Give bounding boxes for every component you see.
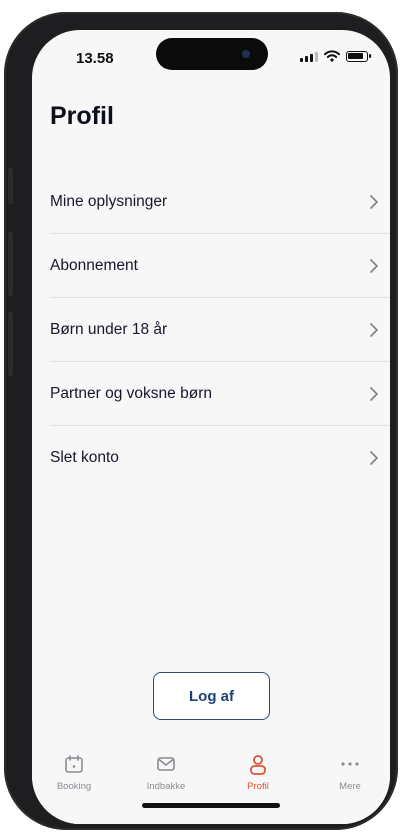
calendar-icon xyxy=(65,755,83,773)
menu-item-mine-oplysninger[interactable]: Mine oplysninger xyxy=(32,170,390,234)
chevron-right-icon xyxy=(370,451,378,465)
status-icons xyxy=(300,50,371,62)
bottom-tab-bar: Booking Indbakke Profil Mere xyxy=(32,742,390,824)
menu-item-abonnement[interactable]: Abonnement xyxy=(32,234,390,298)
menu-item-label: Slet konto xyxy=(50,449,119,466)
more-dots-icon xyxy=(341,762,359,766)
chevron-right-icon xyxy=(370,259,378,273)
tab-label: Indbakke xyxy=(146,781,186,792)
tab-indbakke[interactable]: Indbakke xyxy=(131,754,201,792)
menu-item-label: Mine oplysninger xyxy=(50,193,168,210)
tab-label: Booking xyxy=(56,781,92,792)
tab-booking[interactable]: Booking xyxy=(39,754,109,792)
menu-item-partner-og-voksne-boern[interactable]: Partner og voksne børn xyxy=(32,362,390,426)
menu-item-slet-konto[interactable]: Slet konto xyxy=(32,426,390,490)
tab-mere[interactable]: Mere xyxy=(315,754,385,792)
tab-label: Mere xyxy=(339,781,361,792)
profile-menu-list: Mine oplysninger Abonnement Børn under 1… xyxy=(32,170,390,490)
menu-item-boern-under-18[interactable]: Børn under 18 år xyxy=(32,298,390,362)
tab-profil[interactable]: Profil xyxy=(223,754,293,792)
wifi-icon xyxy=(324,50,340,62)
app-screen: 13.58 Profil Mine oplysninger Abonnement… xyxy=(32,30,390,824)
menu-item-label: Børn under 18 år xyxy=(50,321,168,338)
person-icon xyxy=(250,755,266,775)
chevron-right-icon xyxy=(370,195,378,209)
battery-icon xyxy=(346,50,371,62)
menu-item-label: Partner og voksne børn xyxy=(50,385,212,402)
chevron-right-icon xyxy=(370,323,378,337)
home-indicator[interactable] xyxy=(142,803,280,808)
dynamic-island xyxy=(156,38,268,70)
status-time: 13.58 xyxy=(76,50,114,67)
chevron-right-icon xyxy=(370,387,378,401)
menu-item-label: Abonnement xyxy=(50,257,138,274)
signal-icon xyxy=(300,51,318,62)
mute-switch xyxy=(8,168,13,204)
tab-label: Profil xyxy=(247,781,269,792)
camera-icon xyxy=(242,50,250,58)
logout-button[interactable]: Log af xyxy=(153,672,270,720)
volume-down-button xyxy=(8,312,13,376)
page-title: Profil xyxy=(50,102,114,130)
mail-icon xyxy=(157,757,175,771)
volume-up-button xyxy=(8,232,13,296)
